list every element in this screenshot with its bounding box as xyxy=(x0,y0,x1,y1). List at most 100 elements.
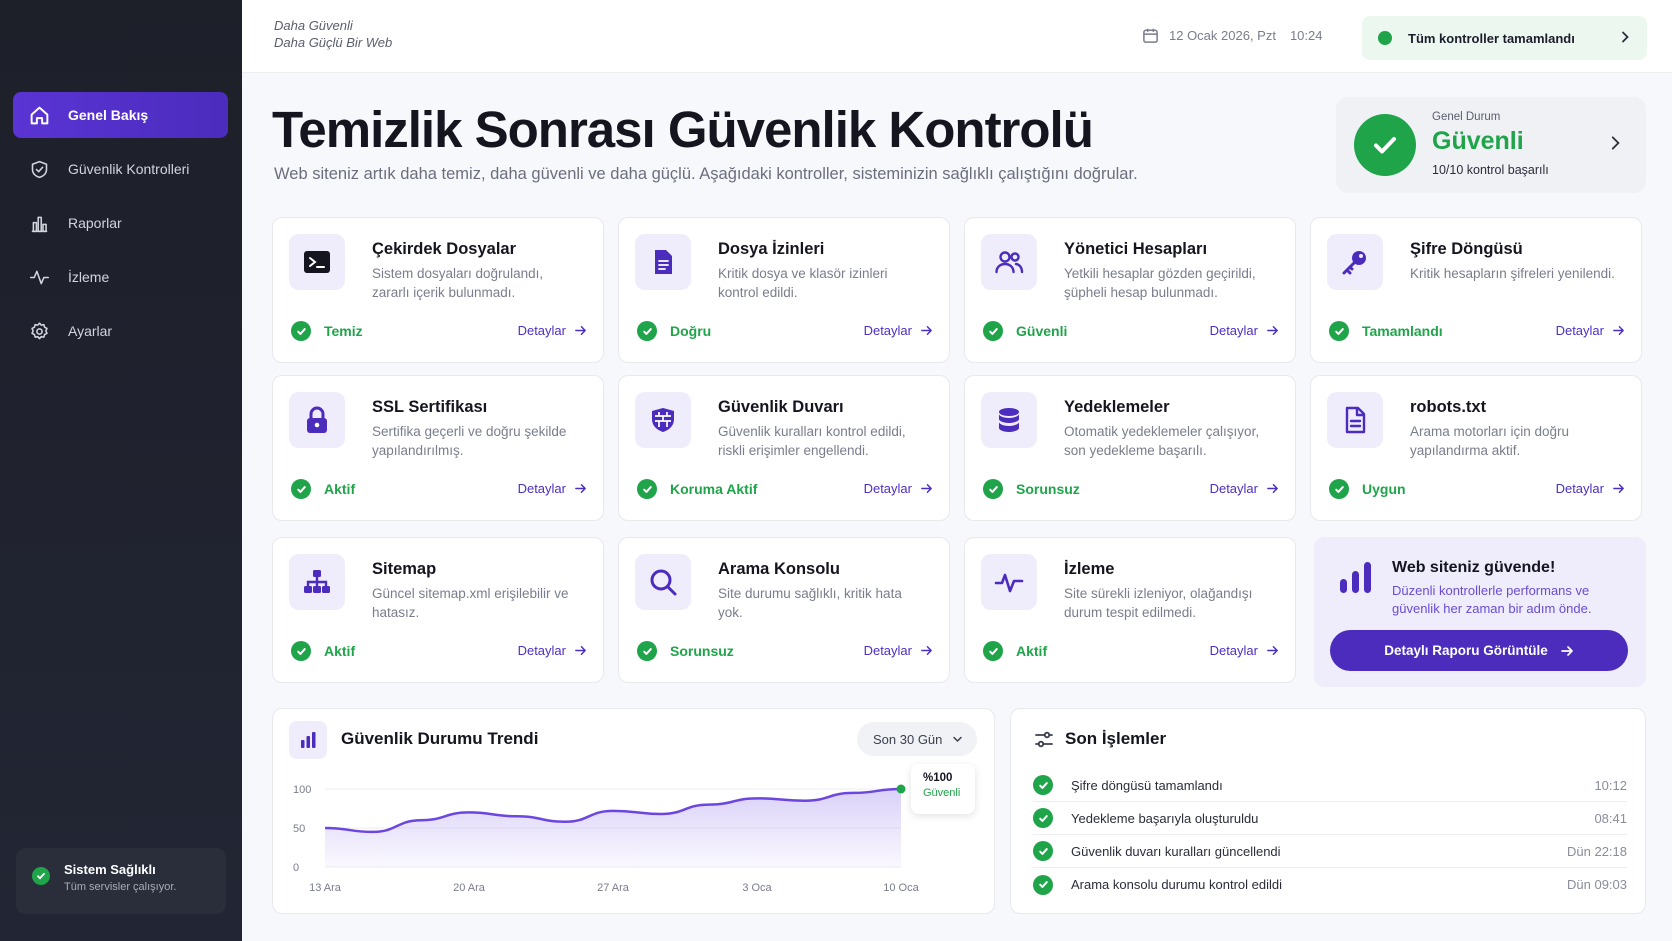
shield-icon xyxy=(28,158,50,180)
check-card-status-label: Sorunsuz xyxy=(1016,481,1080,497)
check-icon xyxy=(291,479,311,499)
check-card-status: Sorunsuz xyxy=(637,641,734,661)
promo-card: Web siteniz güvende! Düzenli kontrollerl… xyxy=(1314,537,1646,687)
check-card-status: Koruma Aktif xyxy=(637,479,757,499)
check-icon xyxy=(637,641,657,661)
check-icon xyxy=(1033,841,1053,861)
sidebar-item-label: Güvenlik Kontrolleri xyxy=(68,161,190,177)
check-card-title: Şifre Döngüsü xyxy=(1410,240,1523,258)
system-health-subtitle: Tüm servisler çalışıyor. xyxy=(64,881,177,893)
tooltip-label: Güvenli xyxy=(923,787,961,799)
brand-line-2: Daha Güçlü Bir Web xyxy=(274,35,393,50)
details-link-label: Detaylar xyxy=(517,481,566,496)
details-link[interactable]: Detaylar xyxy=(1210,643,1279,658)
y-tick-label: 50 xyxy=(293,823,305,835)
sidebar-item-label: Genel Bakış xyxy=(68,107,149,123)
check-card: Güvenlik Duvarı Güvenlik kuralları kontr… xyxy=(618,375,950,521)
promo-description: Düzenli kontrollerle performans ve güven… xyxy=(1392,583,1592,616)
overall-status-label: Genel Durum xyxy=(1432,111,1501,123)
check-card-title: Güvenlik Duvarı xyxy=(718,398,844,416)
details-link-label: Detaylar xyxy=(517,643,566,658)
check-card: Sitemap Güncel sitemap.xml erişilebilir … xyxy=(272,537,604,683)
recent-activity-text: Yedekleme başarıyla oluşturuldu xyxy=(1071,810,1259,826)
check-card-status-label: Doğru xyxy=(670,323,712,339)
check-card-description: Site sürekli izleniyor, olağandışı durum… xyxy=(1064,586,1253,620)
check-card: Dosya İzinleri Kritik dosya ve klasör iz… xyxy=(618,217,950,363)
bar-chart-icon xyxy=(28,212,50,234)
overall-status-card[interactable]: Genel Durum Güvenli 10/10 kontrol başarı… xyxy=(1336,97,1646,193)
check-card-status-label: Uygun xyxy=(1362,481,1406,497)
gear-icon xyxy=(28,320,50,342)
check-card-status: Tamamlandı xyxy=(1329,321,1443,341)
check-icon xyxy=(1033,874,1053,895)
details-link[interactable]: Detaylar xyxy=(1556,481,1625,496)
sidebar-nav: Genel Bakış Güvenlik Kontrolleri Raporla… xyxy=(13,92,228,362)
check-icon xyxy=(983,479,1003,499)
arrow-right-icon xyxy=(1560,645,1573,656)
details-link-label: Detaylar xyxy=(863,481,912,496)
y-tick-label: 100 xyxy=(293,784,311,796)
check-card-description: Kritik hesapların şifreleri yenilendi. xyxy=(1410,266,1615,281)
status-dot-icon xyxy=(1378,31,1392,45)
details-link[interactable]: Detaylar xyxy=(1556,323,1625,338)
check-card-status: Sorunsuz xyxy=(983,479,1080,499)
recent-activity-row: Arama konsolu durumu kontrol edildi Dün … xyxy=(1033,868,1627,901)
check-card-title: robots.txt xyxy=(1410,398,1487,416)
details-link[interactable]: Detaylar xyxy=(518,323,587,338)
all-checks-status-pill[interactable]: Tüm kontroller tamamlandı xyxy=(1362,16,1647,60)
promo-title: Web siteniz güvende! xyxy=(1392,559,1556,576)
chevron-right-icon xyxy=(1611,136,1620,150)
details-link[interactable]: Detaylar xyxy=(864,323,933,338)
check-card: İzleme Site sürekli izleniyor, olağandış… xyxy=(964,537,1296,683)
recent-activity-row: Güvenlik duvarı kuralları güncellendi Dü… xyxy=(1033,835,1627,868)
arrow-right-icon xyxy=(1613,326,1624,335)
x-tick-label: 10 Oca xyxy=(883,882,919,894)
details-link[interactable]: Detaylar xyxy=(518,481,587,496)
key-icon xyxy=(1327,234,1383,290)
details-link-label: Detaylar xyxy=(1209,643,1258,658)
arrow-right-icon xyxy=(921,646,932,655)
check-icon xyxy=(1329,321,1349,341)
check-card-description: Arama motorları için doğru yapılandırma … xyxy=(1410,424,1570,458)
check-card-status-label: Aktif xyxy=(324,643,356,659)
sidebar-item-guvenlik-kontrolleri[interactable]: Güvenlik Kontrolleri xyxy=(13,146,228,192)
current-date: 12 Ocak 2026, Pzt xyxy=(1169,28,1276,43)
details-link[interactable]: Detaylar xyxy=(1210,323,1279,338)
view-detailed-report-button[interactable]: Detaylı Raporu Görüntüle xyxy=(1330,630,1628,671)
sidebar-item-genel-bakis[interactable]: Genel Bakış xyxy=(13,92,228,138)
recent-activity-time: Dün 22:18 xyxy=(1567,843,1627,859)
details-link[interactable]: Detaylar xyxy=(864,643,933,658)
check-card-status: Güvenli xyxy=(983,321,1067,341)
sidebar-item-label: Raporlar xyxy=(68,215,122,231)
tooltip-value: %100 xyxy=(923,772,953,784)
details-link-label: Detaylar xyxy=(517,323,566,338)
recent-activity-text: Arama konsolu durumu kontrol edildi xyxy=(1071,877,1282,892)
sidebar-item-label: Ayarlar xyxy=(68,323,113,339)
check-icon xyxy=(637,479,657,499)
sitemap-icon xyxy=(289,554,345,610)
details-link-label: Detaylar xyxy=(863,643,912,658)
arrow-right-icon xyxy=(1267,646,1278,655)
sidebar-item-ayarlar[interactable]: Ayarlar xyxy=(13,308,228,354)
all-checks-label: Tüm kontroller tamamlandı xyxy=(1408,30,1575,46)
check-card-title: SSL Sertifikası xyxy=(372,398,488,416)
details-link-label: Detaylar xyxy=(1555,323,1604,338)
system-health-card: Sistem Sağlıklı Tüm servisler çalışıyor. xyxy=(16,848,226,914)
arrow-right-icon xyxy=(921,484,932,493)
date-time: 12 Ocak 2026, Pzt 10:24 xyxy=(1142,27,1323,44)
chart-tooltip: %100 Güvenli xyxy=(911,764,975,814)
bar-chart-icon xyxy=(1340,562,1371,593)
check-card: Şifre Döngüsü Kritik hesapların şifreler… xyxy=(1310,217,1642,363)
sidebar-item-izleme[interactable]: İzleme xyxy=(13,254,228,300)
details-link[interactable]: Detaylar xyxy=(864,481,933,496)
arrow-right-icon xyxy=(921,326,932,335)
details-link[interactable]: Detaylar xyxy=(1210,481,1279,496)
check-card-status-label: Sorunsuz xyxy=(670,643,734,659)
database-icon xyxy=(981,392,1037,448)
check-card-title: Yönetici Hesapları xyxy=(1064,240,1208,258)
page-subtitle: Web siteniz artık daha temiz, daha güven… xyxy=(274,165,1138,183)
sidebar-item-raporlar[interactable]: Raporlar xyxy=(13,200,228,246)
check-card-status: Temiz xyxy=(291,321,363,341)
x-tick-label: 20 Ara xyxy=(453,882,486,894)
details-link[interactable]: Detaylar xyxy=(518,643,587,658)
